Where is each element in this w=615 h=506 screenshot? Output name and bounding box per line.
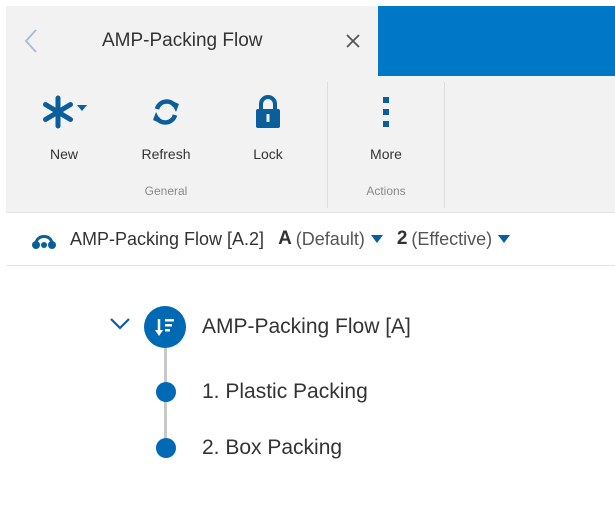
lock-button[interactable]: Lock bbox=[228, 84, 308, 168]
tree-root-node[interactable] bbox=[144, 306, 186, 348]
lock-icon bbox=[253, 94, 283, 130]
chevron-down-icon[interactable] bbox=[108, 312, 132, 336]
effectivity-note: (Effective) bbox=[411, 228, 493, 249]
chevron-down-icon bbox=[77, 105, 87, 111]
vertical-ellipsis-icon bbox=[381, 95, 391, 129]
lock-button-label: Lock bbox=[253, 146, 283, 162]
header-accent-panel bbox=[378, 6, 615, 76]
flow-icon bbox=[32, 227, 56, 251]
effectivity-number: 2 bbox=[396, 228, 408, 249]
revision-selector[interactable]: A (Default) bbox=[264, 228, 383, 250]
refresh-icon bbox=[149, 95, 183, 129]
tree-node-dot[interactable] bbox=[156, 382, 176, 402]
effectivity-selector[interactable]: 2 (Effective) bbox=[383, 228, 511, 250]
ribbon-group-label-general: General bbox=[144, 184, 188, 198]
flow-tree: AMP-Packing Flow [A] 1. Plastic Packing … bbox=[6, 266, 615, 506]
revision-letter: A bbox=[278, 228, 292, 249]
caret-down-icon bbox=[370, 235, 383, 243]
ribbon-divider bbox=[444, 82, 445, 208]
more-button-label: More bbox=[370, 146, 402, 162]
chevron-left-icon[interactable] bbox=[20, 26, 42, 56]
new-button-label: New bbox=[49, 146, 78, 162]
asterisk-icon bbox=[41, 95, 75, 129]
ribbon-toolbar: New Refresh Lock General More Actions bbox=[6, 76, 615, 213]
tab-bar: AMP-Packing Flow bbox=[6, 6, 615, 76]
caret-down-icon bbox=[498, 235, 511, 243]
ribbon-divider bbox=[327, 82, 328, 208]
ribbon-group-label-actions: Actions bbox=[366, 184, 406, 198]
tree-item-box-packing[interactable]: 2. Box Packing bbox=[202, 436, 342, 460]
refresh-button[interactable]: Refresh bbox=[126, 84, 206, 168]
close-icon[interactable] bbox=[340, 28, 366, 54]
context-object-name: AMP-Packing Flow [A.2] bbox=[70, 228, 265, 249]
tab-title[interactable]: AMP-Packing Flow bbox=[102, 30, 263, 52]
more-button[interactable]: More bbox=[346, 84, 426, 168]
tree-node-dot[interactable] bbox=[156, 438, 176, 458]
tree-root-label[interactable]: AMP-Packing Flow [A] bbox=[202, 315, 411, 339]
context-bar: AMP-Packing Flow [A.2] A (Default) 2 (Ef… bbox=[6, 213, 615, 266]
sorted-list-icon bbox=[154, 317, 176, 337]
tree-item-plastic-packing[interactable]: 1. Plastic Packing bbox=[202, 380, 368, 404]
revision-note: (Default) bbox=[295, 228, 365, 249]
refresh-button-label: Refresh bbox=[141, 146, 191, 162]
new-button[interactable]: New bbox=[24, 84, 104, 168]
app-frame: AMP-Packing Flow New Refresh Lock Genera… bbox=[6, 6, 615, 500]
